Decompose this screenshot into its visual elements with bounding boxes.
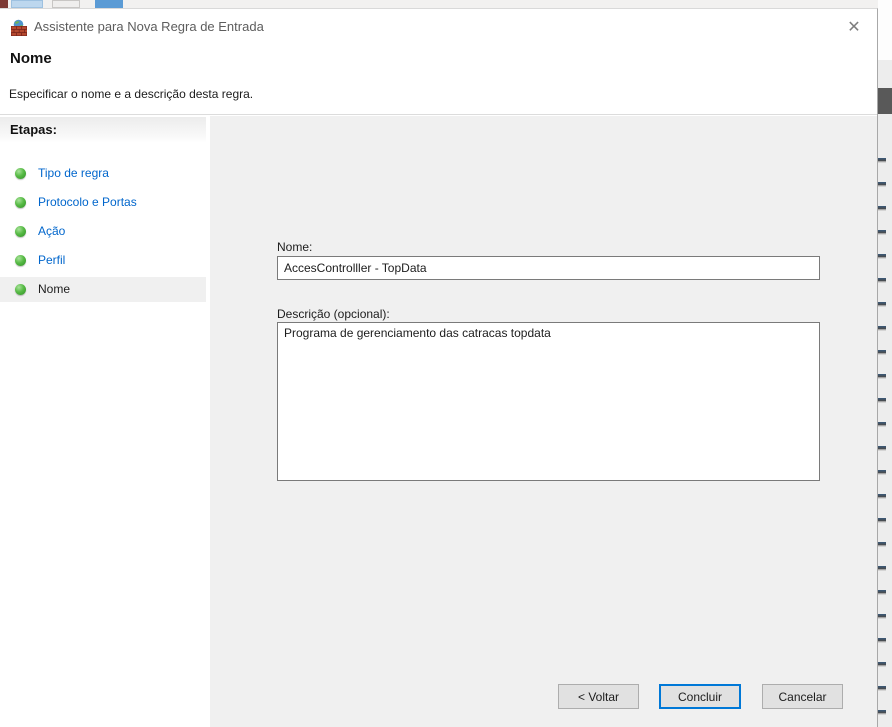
name-field-label: Nome:: [277, 240, 312, 254]
step-completed-icon: [15, 226, 26, 237]
sidebar-item-tipo-de-regra[interactable]: Tipo de regra: [0, 161, 206, 186]
finish-button[interactable]: Concluir: [659, 684, 741, 709]
cancel-button[interactable]: Cancelar: [762, 684, 843, 709]
screen: Assistente para Nova Regra de Entrada ✕ …: [0, 0, 892, 727]
step-completed-icon: [15, 197, 26, 208]
background-toolbar-fragment: [11, 0, 43, 8]
description-field-label: Descrição (opcional):: [277, 307, 390, 321]
step-label: Nome: [38, 277, 70, 302]
step-completed-icon: [15, 168, 26, 179]
name-input[interactable]: [277, 256, 820, 280]
page-title: Nome: [10, 50, 52, 67]
steps-sidebar: Etapas: Tipo de regra Protocolo e Portas…: [0, 115, 206, 727]
background-window-top-strip: [0, 0, 892, 8]
content-panel: Nome: Descrição (opcional): Programa de …: [210, 116, 877, 727]
step-completed-icon: [15, 284, 26, 295]
step-label: Ação: [38, 219, 65, 244]
title-bar: Assistente para Nova Regra de Entrada ✕: [0, 9, 877, 47]
background-rule-list-fragment: [878, 140, 886, 727]
wizard-dialog: Assistente para Nova Regra de Entrada ✕ …: [0, 8, 878, 727]
background-window-right-strip: [878, 0, 892, 727]
step-label: Protocolo e Portas: [38, 190, 137, 215]
description-input[interactable]: Programa de gerenciamento das catracas t…: [277, 322, 820, 481]
window-title: Assistente para Nova Regra de Entrada: [34, 19, 264, 34]
sidebar-item-acao[interactable]: Ação: [0, 219, 206, 244]
step-label: Perfil: [38, 248, 65, 273]
sidebar-item-nome[interactable]: Nome: [0, 277, 206, 302]
step-label: Tipo de regra: [38, 161, 109, 186]
background-fragment: [878, 0, 892, 60]
step-completed-icon: [15, 255, 26, 266]
sidebar-item-protocolo-e-portas[interactable]: Protocolo e Portas: [0, 190, 206, 215]
steps-header: Etapas:: [0, 117, 206, 143]
background-toolbar-fragment: [52, 0, 80, 8]
page-subtitle: Especificar o nome e a descrição desta r…: [9, 87, 253, 101]
back-button[interactable]: < Voltar: [558, 684, 639, 709]
background-toolbar-fragment: [95, 0, 123, 8]
background-toolbar-fragment: [0, 0, 8, 8]
close-icon[interactable]: ✕: [843, 18, 865, 38]
background-fragment: [878, 88, 892, 114]
firewall-icon: [10, 19, 27, 36]
sidebar-item-perfil[interactable]: Perfil: [0, 248, 206, 273]
